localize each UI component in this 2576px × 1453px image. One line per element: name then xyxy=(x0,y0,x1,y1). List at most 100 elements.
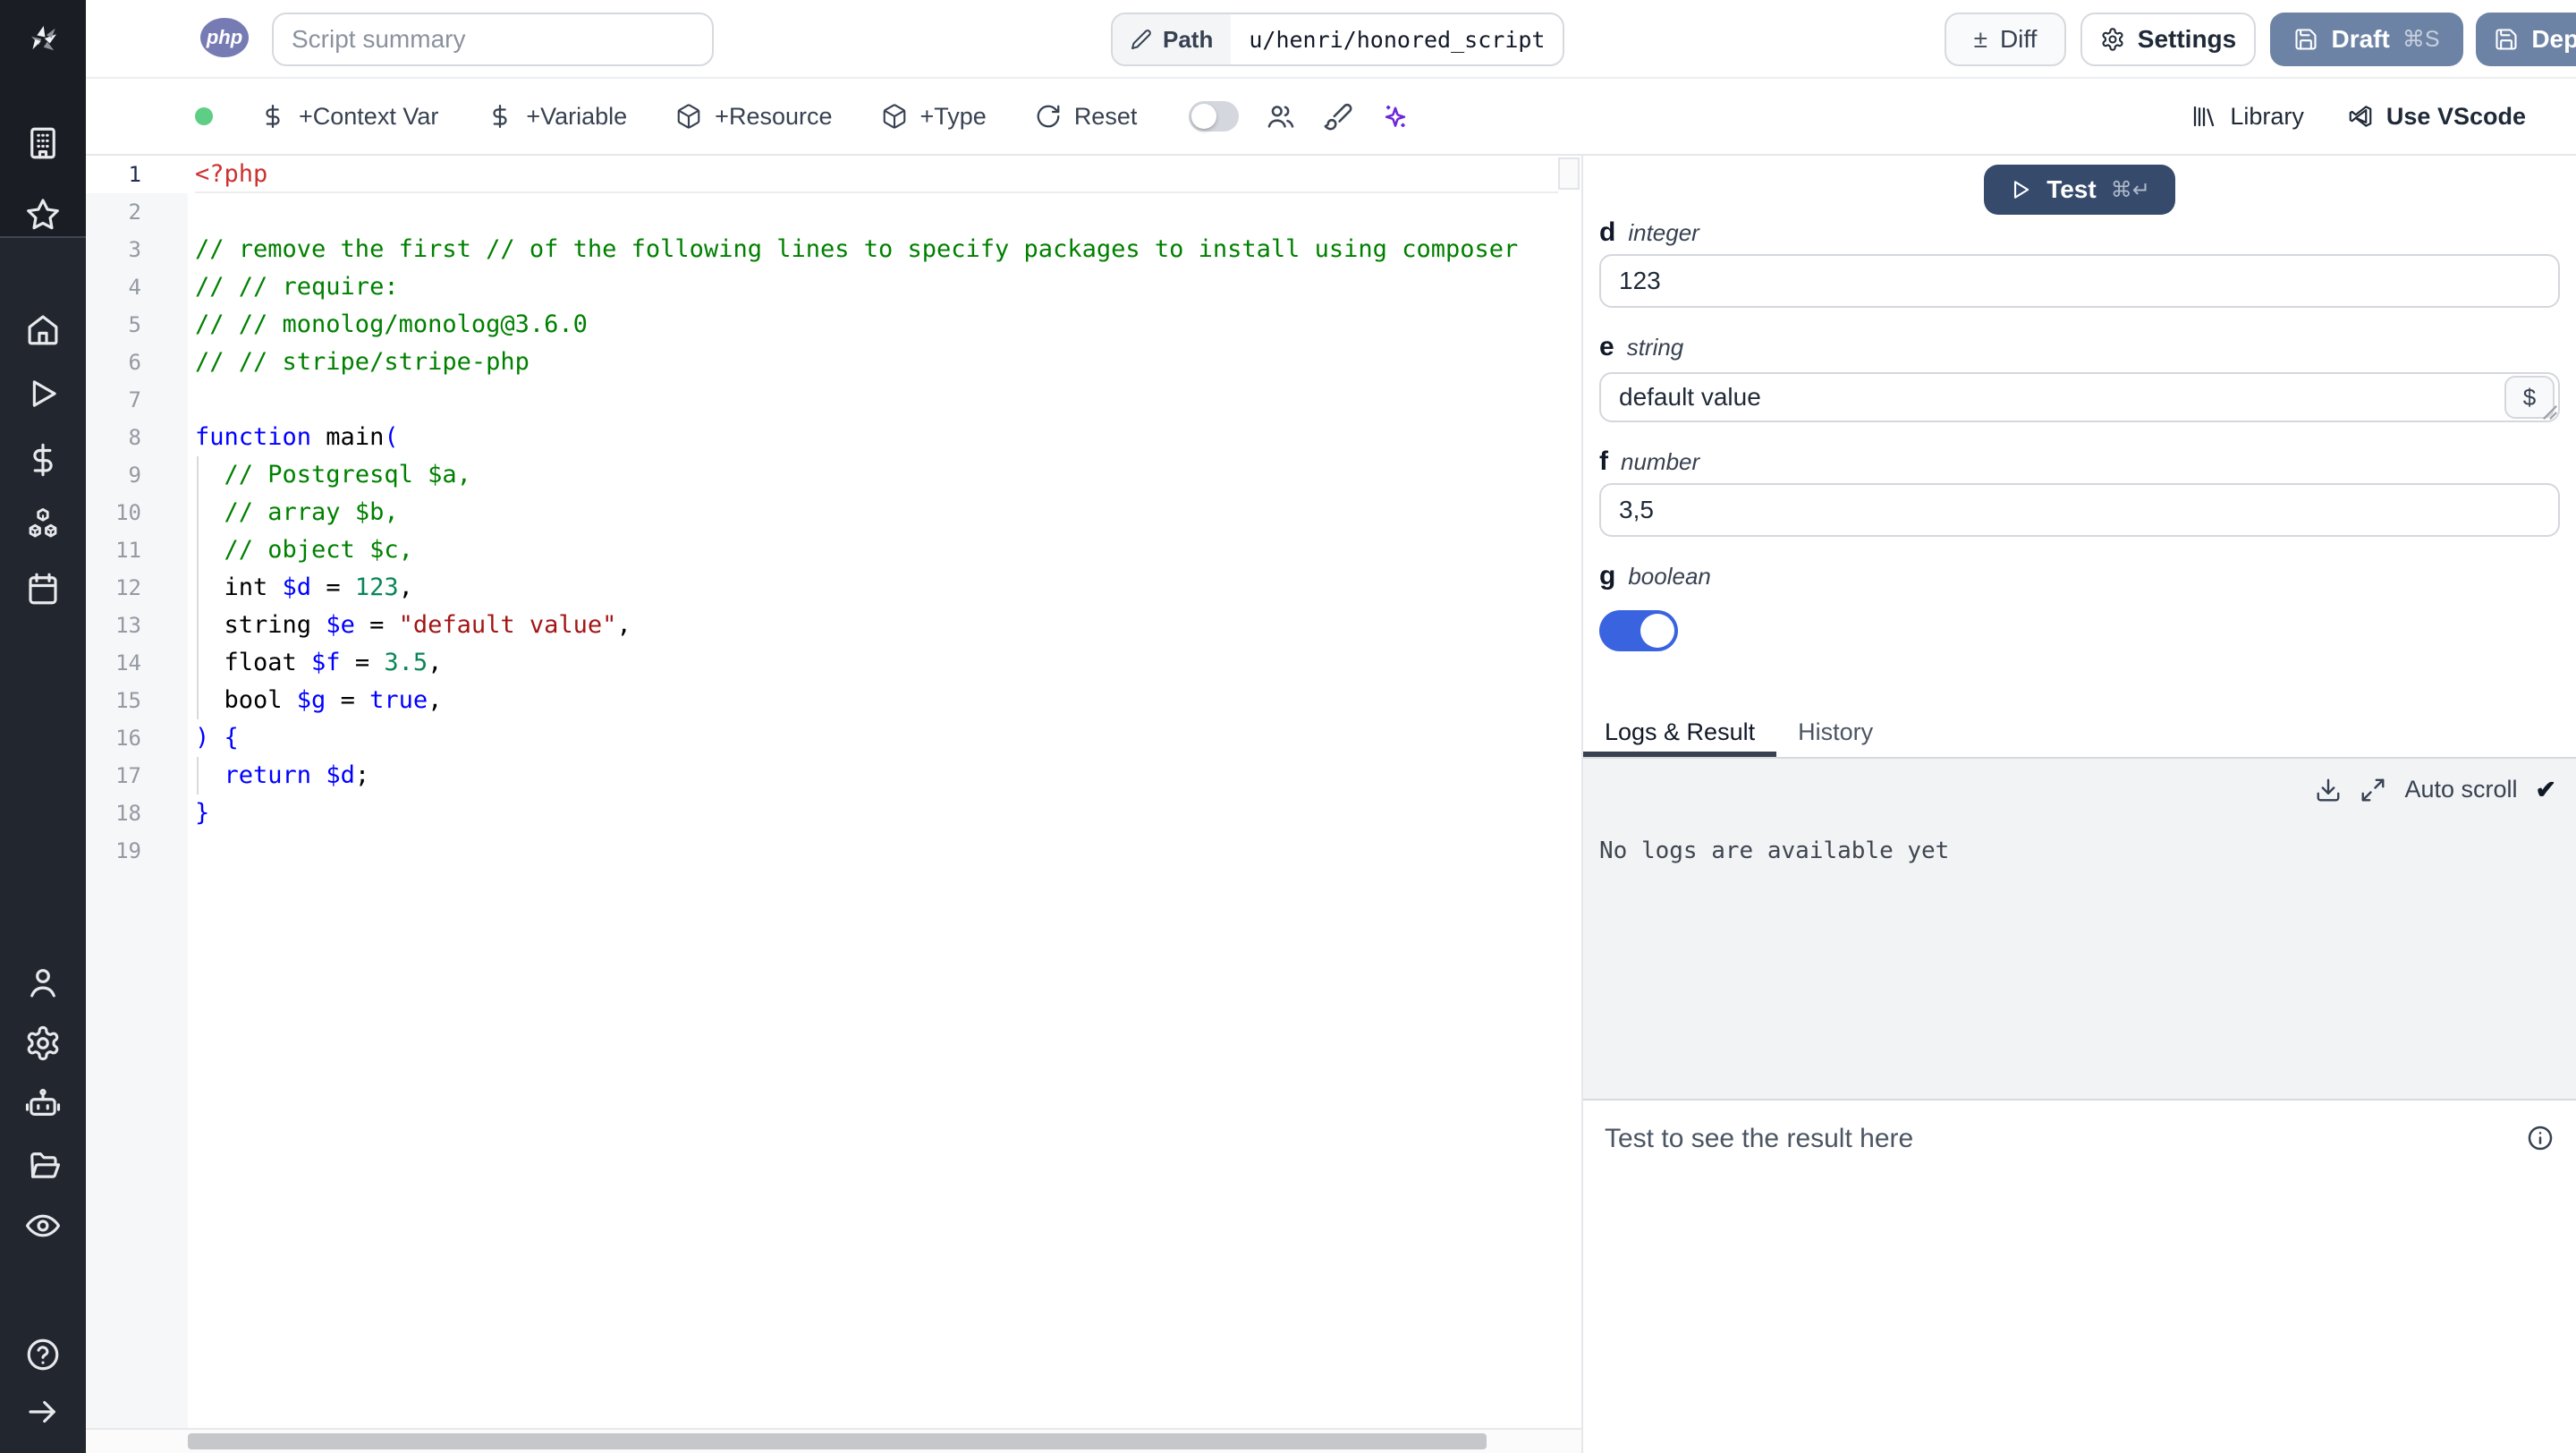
save-icon xyxy=(2295,29,2318,50)
code-line[interactable]: int $d = 123, xyxy=(195,569,1558,607)
line-number: 2 xyxy=(128,200,141,225)
add-resource-button[interactable]: +Resource xyxy=(675,103,833,131)
resize-handle-icon[interactable] xyxy=(2542,404,2558,421)
code-area[interactable]: <?php // remove the first // of the follo… xyxy=(188,156,1558,1428)
windmill-logo-icon[interactable] xyxy=(24,21,62,58)
schedules-calendar-icon[interactable] xyxy=(24,570,62,608)
use-vscode-button[interactable]: Use VScode xyxy=(2347,103,2526,131)
help-icon[interactable] xyxy=(24,1336,62,1373)
code-line[interactable]: // Postgresql $a, xyxy=(195,456,1558,494)
editor-toolbar: +Context Var +Variable +Resource +Type R… xyxy=(86,79,2576,156)
tab-history[interactable]: History xyxy=(1776,712,1894,757)
line-number: 12 xyxy=(115,575,141,600)
field-d: d integer xyxy=(1599,215,2560,308)
add-context-var-button[interactable]: +Context Var xyxy=(259,103,438,131)
path-widget[interactable]: Path u/henri/honored_script xyxy=(1111,13,1565,66)
package-icon xyxy=(883,104,905,129)
reset-button[interactable]: Reset xyxy=(1035,103,1137,131)
runs-play-icon[interactable] xyxy=(24,375,62,412)
variables-dollar-icon[interactable] xyxy=(24,441,62,479)
code-line[interactable]: ) { xyxy=(195,719,1558,757)
diff-mode-toggle[interactable] xyxy=(1189,101,1240,132)
workers-robot-icon[interactable] xyxy=(24,1085,62,1123)
pencil-icon xyxy=(1131,30,1151,49)
field-name: e xyxy=(1599,332,1614,361)
settings-gear-icon[interactable] xyxy=(24,1024,62,1062)
checkmark-icon[interactable]: ✔ xyxy=(2536,775,2556,804)
horizontal-scrollbar-thumb[interactable] xyxy=(188,1433,1487,1449)
gear-icon xyxy=(2102,28,2123,51)
workspace-building-icon[interactable] xyxy=(24,124,62,162)
code-line[interactable]: <?php xyxy=(195,156,1558,193)
field-type: number xyxy=(1621,447,1700,475)
code-line[interactable]: // // stripe/stripe-php xyxy=(195,344,1558,381)
deploy-button[interactable]: Deploy xyxy=(2476,13,2576,66)
code-line[interactable]: string $e = "default value", xyxy=(195,607,1558,644)
field-g-label: g boolean xyxy=(1599,558,2560,594)
expand-logs-icon[interactable] xyxy=(2360,777,2386,803)
info-icon[interactable] xyxy=(2526,1124,2555,1152)
no-logs-message: No logs are available yet xyxy=(1599,837,1950,864)
folders-icon[interactable] xyxy=(24,1146,62,1184)
resources-boxes-icon[interactable] xyxy=(24,506,62,543)
field-name: f xyxy=(1599,446,1608,476)
code-line[interactable]: // remove the first // of the following … xyxy=(195,231,1558,268)
field-e: e string default value $ xyxy=(1599,329,2560,422)
test-button[interactable]: Test ⌘↵ xyxy=(1984,165,2175,215)
library-icon xyxy=(2194,106,2215,127)
run-panel: Test ⌘↵ d integer e string default value xyxy=(1581,156,2576,1453)
save-draft-button[interactable]: Draft ⌘S xyxy=(2270,13,2463,66)
script-summary-input[interactable] xyxy=(272,13,714,66)
code-line[interactable]: return $d; xyxy=(195,757,1558,794)
language-badge: php xyxy=(200,18,249,57)
code-line[interactable] xyxy=(195,381,1558,419)
field-g: g boolean xyxy=(1599,558,2560,651)
user-icon[interactable] xyxy=(24,964,62,1001)
code-line[interactable]: } xyxy=(195,794,1558,832)
download-logs-icon[interactable] xyxy=(2315,777,2342,803)
settings-button[interactable]: Settings xyxy=(2080,13,2256,66)
line-number: 8 xyxy=(128,425,141,450)
draft-shortcut: ⌘S xyxy=(2402,27,2440,52)
test-shortcut: ⌘↵ xyxy=(2110,177,2150,202)
deploy-label: Deploy xyxy=(2531,25,2576,53)
status-dot xyxy=(195,107,213,125)
library-button[interactable]: Library xyxy=(2190,103,2304,131)
auto-scroll-label[interactable]: Auto scroll xyxy=(2404,776,2517,803)
code-line[interactable]: // array $b, xyxy=(195,494,1558,531)
settings-label: Settings xyxy=(2137,25,2237,53)
format-brush-icon[interactable] xyxy=(1323,101,1353,132)
vertical-scrollbar[interactable] xyxy=(1558,157,1580,190)
multiplayer-users-icon[interactable] xyxy=(1266,101,1296,132)
field-d-input[interactable] xyxy=(1599,254,2560,308)
code-line[interactable]: float $f = 3.5, xyxy=(195,644,1558,682)
code-line[interactable] xyxy=(195,832,1558,870)
field-name: d xyxy=(1599,217,1616,247)
code-line[interactable]: bool $g = true, xyxy=(195,682,1558,719)
code-line[interactable] xyxy=(195,193,1558,231)
favorites-star-icon[interactable] xyxy=(24,196,62,234)
field-d-label: d integer xyxy=(1599,215,2560,251)
code-line[interactable]: function main( xyxy=(195,419,1558,456)
tab-logs-result[interactable]: Logs & Result xyxy=(1583,712,1777,757)
code-editor[interactable]: 1 2 3 4 5 6 7 8 9 10 11 12 13 14 15 16 17 18 19 <?php// re… xyxy=(86,156,1581,1453)
line-number: 13 xyxy=(115,613,141,638)
ai-sparkles-icon[interactable] xyxy=(1380,101,1411,132)
add-type-button[interactable]: +Type xyxy=(881,103,987,131)
code-line[interactable]: // object $c, xyxy=(195,531,1558,569)
toggle-knob xyxy=(1191,104,1217,129)
vscode-icon xyxy=(2349,106,2372,127)
expand-sidebar-arrow-icon[interactable] xyxy=(24,1393,62,1431)
field-e-label: e string xyxy=(1599,329,2560,365)
package-icon xyxy=(677,104,700,129)
code-line[interactable]: // // monolog/monolog@3.6.0 xyxy=(195,306,1558,344)
home-icon[interactable] xyxy=(24,310,62,348)
diff-button[interactable]: ± Diff xyxy=(1945,13,2066,66)
draft-label: Draft xyxy=(2331,25,2390,53)
field-e-textarea[interactable]: default value $ xyxy=(1599,372,2560,422)
field-g-toggle[interactable] xyxy=(1599,610,1678,651)
add-variable-button[interactable]: +Variable xyxy=(487,103,627,131)
audit-eye-icon[interactable] xyxy=(24,1207,62,1245)
code-line[interactable]: // // require: xyxy=(195,268,1558,306)
field-f-input[interactable] xyxy=(1599,483,2560,537)
